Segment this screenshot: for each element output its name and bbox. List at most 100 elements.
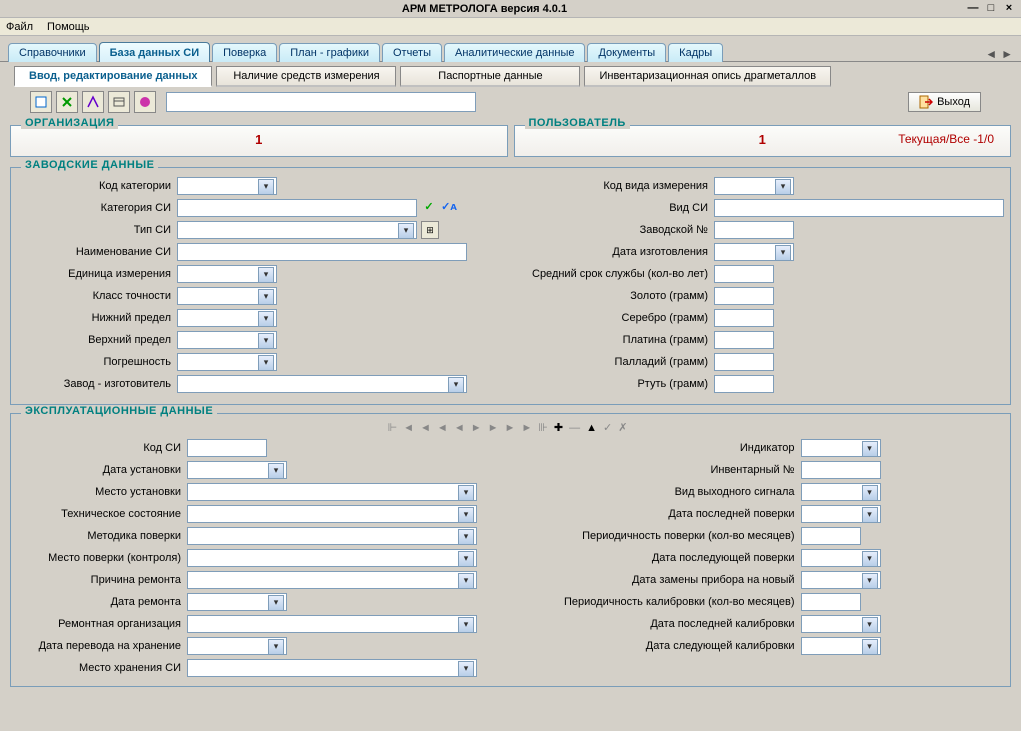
storage-transfer-date-combo[interactable]	[187, 637, 287, 655]
titlebar: АРМ МЕТРОЛОГА версия 4.0.1 — □ ×	[0, 0, 1021, 18]
subtab-input-edit[interactable]: Ввод, редактирование данных	[14, 66, 212, 87]
toolbtn-1[interactable]	[30, 91, 52, 113]
nav-cancel[interactable]: ✗	[618, 422, 633, 434]
tab-staff[interactable]: Кадры	[668, 43, 723, 62]
category-code-combo[interactable]	[177, 177, 277, 195]
toolbar: Выход	[0, 87, 1021, 117]
close-button[interactable]: ×	[1001, 2, 1017, 16]
check-A-icon[interactable]: ✓ᴀ	[441, 200, 457, 216]
last-verification-date-combo[interactable]	[801, 505, 881, 523]
tab-references[interactable]: Справочники	[8, 43, 97, 62]
inventory-number-input[interactable]	[801, 461, 881, 479]
last-calibration-date-combo[interactable]	[801, 615, 881, 633]
category-si-input[interactable]	[177, 199, 417, 217]
lbl-category-code: Код категории	[17, 180, 177, 192]
tech-condition-combo[interactable]	[187, 505, 477, 523]
palladium-input[interactable]	[714, 353, 774, 371]
nav-edit[interactable]: ▲	[586, 422, 603, 434]
next-verification-date-combo[interactable]	[801, 549, 881, 567]
tab-database-si[interactable]: База данных СИ	[99, 42, 210, 62]
kind-si-input[interactable]	[714, 199, 1004, 217]
window-title: АРМ МЕТРОЛОГА версия 4.0.1	[4, 3, 965, 15]
tab-documents[interactable]: Документы	[587, 43, 666, 62]
output-signal-combo[interactable]	[801, 483, 881, 501]
silver-input[interactable]	[714, 309, 774, 327]
lbl-verification-period: Периодичность поверки (кол-во месяцев)	[541, 530, 801, 542]
manufacture-date-combo[interactable]	[714, 243, 794, 261]
menubar: Файл Помощь	[0, 18, 1021, 36]
lbl-replacement-date: Дата замены прибора на новый	[541, 574, 801, 586]
type-lookup-button[interactable]: ⊞	[421, 221, 439, 239]
indicator-combo[interactable]	[801, 439, 881, 457]
mercury-input[interactable]	[714, 375, 774, 393]
storage-place-combo[interactable]	[187, 659, 477, 677]
nav-first[interactable]: ⊩◄	[388, 422, 420, 434]
tab-analytics[interactable]: Аналитические данные	[444, 43, 585, 62]
lbl-error: Погрешность	[17, 356, 177, 368]
accuracy-class-combo[interactable]	[177, 287, 277, 305]
record-navigator: ⊩◄◄◄◄►►►►⊪✚—▲✓✗	[17, 420, 1004, 438]
lbl-verification-place: Место поверки (контроля)	[17, 552, 187, 564]
tab-verification[interactable]: Поверка	[212, 43, 277, 62]
nav-next-page[interactable]: ►►	[488, 422, 522, 434]
platinum-input[interactable]	[714, 331, 774, 349]
name-si-input[interactable]	[177, 243, 467, 261]
toolbtn-2[interactable]	[56, 91, 78, 113]
toolbtn-4[interactable]	[108, 91, 130, 113]
lbl-unit: Единица измерения	[17, 268, 177, 280]
lbl-service-life: Средний срок службы (кол-во лет)	[524, 268, 714, 280]
toolbtn-5[interactable]	[134, 91, 156, 113]
service-life-input[interactable]	[714, 265, 774, 283]
replacement-date-combo[interactable]	[801, 571, 881, 589]
verification-period-input[interactable]	[801, 527, 861, 545]
manufacturer-combo[interactable]	[177, 375, 467, 393]
nav-delete[interactable]: —	[569, 422, 586, 434]
repair-date-combo[interactable]	[187, 593, 287, 611]
unit-combo[interactable]	[177, 265, 277, 283]
search-field[interactable]	[166, 92, 476, 112]
gold-input[interactable]	[714, 287, 774, 305]
install-place-combo[interactable]	[187, 483, 477, 501]
exit-button[interactable]: Выход	[908, 92, 981, 112]
measurement-code-combo[interactable]	[714, 177, 794, 195]
subtab-availability[interactable]: Наличие средств измерения	[216, 66, 396, 87]
nav-post[interactable]: ✓	[603, 422, 618, 434]
menu-help[interactable]: Помощь	[47, 19, 90, 34]
lbl-verification-method: Методика поверки	[17, 530, 187, 542]
code-si-input[interactable]	[187, 439, 267, 457]
tab-scroll-right[interactable]: ►	[1001, 47, 1013, 61]
subtab-passport[interactable]: Паспортные данные	[400, 66, 580, 87]
menu-file[interactable]: Файл	[6, 19, 33, 34]
lbl-palladium: Палладий (грамм)	[524, 356, 714, 368]
tab-reports[interactable]: Отчеты	[382, 43, 442, 62]
upper-limit-combo[interactable]	[177, 331, 277, 349]
tab-plan-schedules[interactable]: План - графики	[279, 43, 380, 62]
check-green-icon[interactable]: ✓	[421, 200, 437, 216]
install-date-combo[interactable]	[187, 461, 287, 479]
nav-next[interactable]: ►	[471, 422, 488, 434]
calibration-period-input[interactable]	[801, 593, 861, 611]
error-combo[interactable]	[177, 353, 277, 371]
maximize-button[interactable]: □	[983, 2, 999, 16]
type-si-combo[interactable]	[177, 221, 417, 239]
repair-reason-combo[interactable]	[187, 571, 477, 589]
nav-last[interactable]: ►⊪	[521, 422, 553, 434]
lower-limit-combo[interactable]	[177, 309, 277, 327]
factory-number-input[interactable]	[714, 221, 794, 239]
verification-method-combo[interactable]	[187, 527, 477, 545]
nav-prev[interactable]: ◄	[454, 422, 471, 434]
next-calibration-date-combo[interactable]	[801, 637, 881, 655]
verification-place-combo[interactable]	[187, 549, 477, 567]
subtab-inventory[interactable]: Инвентаризационная опись драгметаллов	[584, 66, 831, 87]
lbl-gold: Золото (грамм)	[524, 290, 714, 302]
lbl-manufacture-date: Дата изготовления	[524, 246, 714, 258]
lbl-next-verification-date: Дата последующей поверки	[541, 552, 801, 564]
repair-org-combo[interactable]	[187, 615, 477, 633]
current-all-counter: Текущая/Все -1/0	[898, 132, 994, 146]
lbl-tech-condition: Техническое состояние	[17, 508, 187, 520]
nav-add[interactable]: ✚	[554, 422, 569, 434]
toolbtn-3[interactable]	[82, 91, 104, 113]
nav-prev-page[interactable]: ◄◄	[420, 422, 454, 434]
tab-scroll-left[interactable]: ◄	[985, 47, 997, 61]
minimize-button[interactable]: —	[965, 2, 981, 16]
